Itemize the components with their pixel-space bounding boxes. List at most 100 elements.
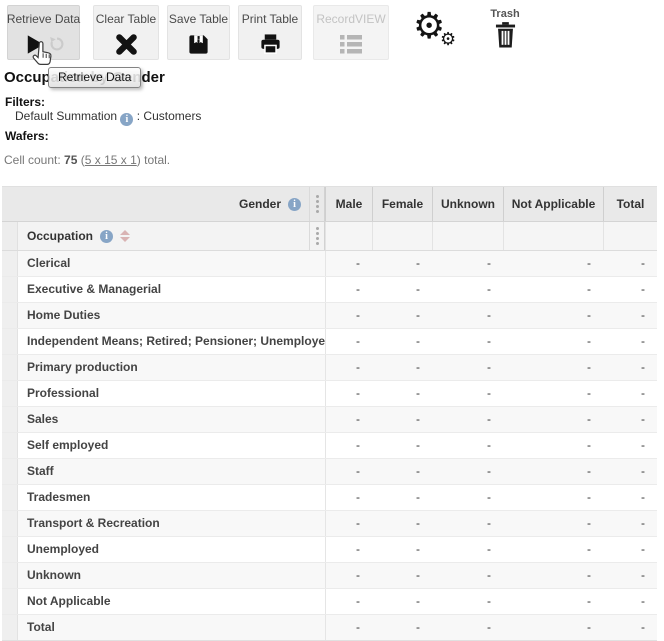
data-cell[interactable]: -: [503, 563, 603, 588]
data-cell[interactable]: -: [503, 277, 603, 302]
save-table-button[interactable]: Save Table: [167, 5, 230, 60]
row-drag-handle[interactable]: [309, 222, 325, 250]
row-dimension-header[interactable]: Occupation i: [18, 222, 309, 250]
data-cell[interactable]: -: [325, 303, 372, 328]
info-icon[interactable]: i: [288, 198, 301, 211]
data-cell[interactable]: -: [503, 329, 603, 354]
data-cell[interactable]: -: [372, 589, 432, 614]
data-cell[interactable]: -: [372, 511, 432, 536]
row-header[interactable]: Clerical: [18, 251, 325, 276]
data-cell[interactable]: -: [325, 355, 372, 380]
column-dimension-header[interactable]: Gender i: [2, 187, 309, 221]
data-cell[interactable]: -: [325, 407, 372, 432]
column-header[interactable]: Unknown: [432, 187, 503, 221]
column-header[interactable]: Male: [325, 187, 372, 221]
data-cell[interactable]: -: [372, 381, 432, 406]
trash-dropzone[interactable]: Trash: [487, 8, 523, 53]
data-cell[interactable]: -: [603, 277, 657, 302]
data-cell[interactable]: -: [432, 381, 503, 406]
data-cell[interactable]: -: [603, 303, 657, 328]
row-header[interactable]: Transport & Recreation: [18, 511, 325, 536]
data-cell[interactable]: -: [432, 251, 503, 276]
data-cell[interactable]: -: [325, 485, 372, 510]
data-cell[interactable]: -: [503, 303, 603, 328]
data-cell[interactable]: -: [432, 537, 503, 562]
data-cell[interactable]: -: [372, 277, 432, 302]
print-table-button[interactable]: Print Table: [238, 5, 302, 60]
data-cell[interactable]: -: [372, 355, 432, 380]
data-cell[interactable]: -: [325, 277, 372, 302]
data-cell[interactable]: -: [325, 615, 372, 640]
data-cell[interactable]: -: [432, 589, 503, 614]
data-cell[interactable]: -: [372, 433, 432, 458]
data-cell[interactable]: -: [325, 381, 372, 406]
data-cell[interactable]: -: [603, 511, 657, 536]
data-cell[interactable]: -: [503, 537, 603, 562]
data-cell[interactable]: -: [372, 329, 432, 354]
data-cell[interactable]: -: [603, 485, 657, 510]
data-cell[interactable]: -: [372, 459, 432, 484]
data-cell[interactable]: -: [603, 251, 657, 276]
data-cell[interactable]: -: [503, 459, 603, 484]
row-header[interactable]: Independent Means; Retired; Pensioner; U…: [18, 329, 325, 354]
data-cell[interactable]: -: [325, 563, 372, 588]
data-cell[interactable]: -: [432, 459, 503, 484]
column-header[interactable]: Female: [372, 187, 432, 221]
row-header[interactable]: Not Applicable: [18, 589, 325, 614]
data-cell[interactable]: -: [503, 381, 603, 406]
data-cell[interactable]: -: [325, 589, 372, 614]
row-header[interactable]: Primary production: [18, 355, 325, 380]
data-cell[interactable]: -: [325, 537, 372, 562]
data-cell[interactable]: -: [372, 537, 432, 562]
data-cell[interactable]: -: [603, 407, 657, 432]
data-cell[interactable]: -: [603, 589, 657, 614]
row-header[interactable]: Self employed: [18, 433, 325, 458]
data-cell[interactable]: -: [432, 511, 503, 536]
column-drag-handle[interactable]: [309, 187, 325, 221]
row-header[interactable]: Tradesmen: [18, 485, 325, 510]
data-cell[interactable]: -: [372, 615, 432, 640]
data-cell[interactable]: -: [325, 433, 372, 458]
data-cell[interactable]: -: [372, 407, 432, 432]
data-cell[interactable]: -: [432, 355, 503, 380]
data-cell[interactable]: -: [503, 355, 603, 380]
data-cell[interactable]: -: [372, 251, 432, 276]
data-cell[interactable]: -: [325, 511, 372, 536]
clear-table-button[interactable]: Clear Table: [93, 5, 159, 60]
row-header[interactable]: Unknown: [18, 563, 325, 588]
data-cell[interactable]: -: [603, 537, 657, 562]
data-cell[interactable]: -: [603, 329, 657, 354]
data-cell[interactable]: -: [432, 433, 503, 458]
row-header[interactable]: Home Duties: [18, 303, 325, 328]
row-header[interactable]: Staff: [18, 459, 325, 484]
row-header[interactable]: Total: [18, 615, 325, 640]
settings-button[interactable]: ⚙ ⚙: [413, 14, 459, 56]
data-cell[interactable]: -: [503, 433, 603, 458]
data-cell[interactable]: -: [432, 329, 503, 354]
data-cell[interactable]: -: [503, 407, 603, 432]
data-cell[interactable]: -: [603, 615, 657, 640]
data-cell[interactable]: -: [432, 615, 503, 640]
data-cell[interactable]: -: [503, 485, 603, 510]
data-cell[interactable]: -: [325, 329, 372, 354]
dimensions-link[interactable]: 5 x 15 x 1: [85, 153, 137, 167]
recordview-button[interactable]: RecordVIEW: [313, 5, 389, 60]
column-header[interactable]: Not Applicable: [503, 187, 603, 221]
data-cell[interactable]: -: [603, 433, 657, 458]
column-header[interactable]: Total: [603, 187, 657, 221]
sort-arrows-icon[interactable]: [120, 230, 130, 242]
data-cell[interactable]: -: [503, 511, 603, 536]
row-header[interactable]: Executive & Managerial: [18, 277, 325, 302]
data-cell[interactable]: -: [432, 277, 503, 302]
data-cell[interactable]: -: [432, 407, 503, 432]
data-cell[interactable]: -: [432, 563, 503, 588]
data-cell[interactable]: -: [603, 563, 657, 588]
data-cell[interactable]: -: [325, 459, 372, 484]
row-header[interactable]: Professional: [18, 381, 325, 406]
data-cell[interactable]: -: [503, 251, 603, 276]
data-cell[interactable]: -: [372, 563, 432, 588]
data-cell[interactable]: -: [372, 485, 432, 510]
data-cell[interactable]: -: [503, 615, 603, 640]
data-cell[interactable]: -: [325, 251, 372, 276]
data-cell[interactable]: -: [432, 485, 503, 510]
